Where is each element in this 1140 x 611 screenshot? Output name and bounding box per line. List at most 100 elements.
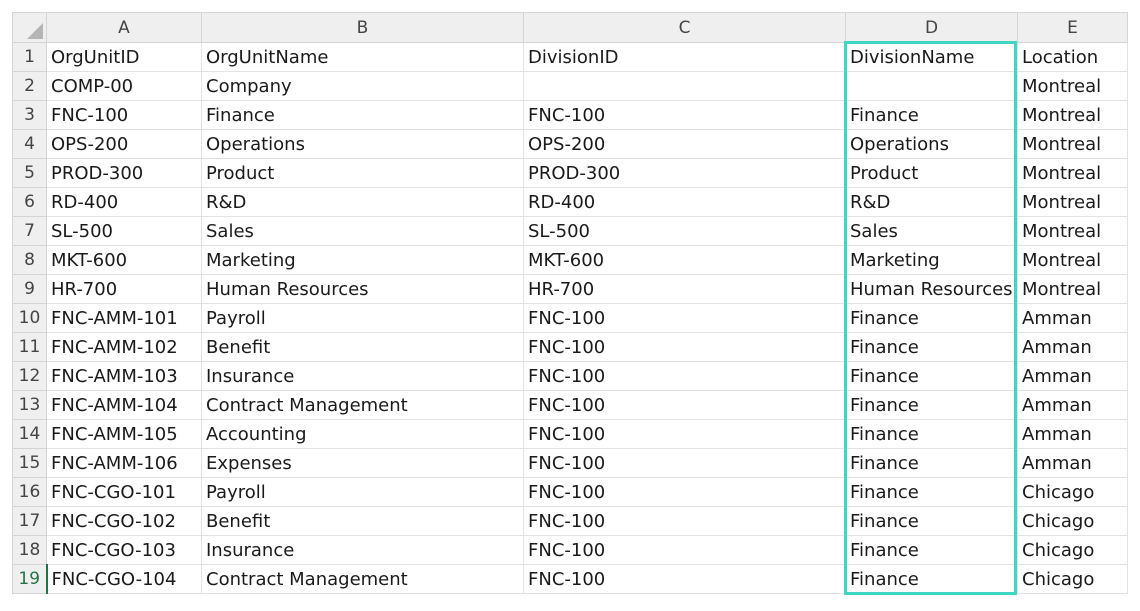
column-header-c[interactable]: C bbox=[523, 12, 846, 43]
cell-b[interactable]: Payroll bbox=[201, 303, 524, 333]
cell-c[interactable]: FNC-100 bbox=[523, 506, 846, 536]
cell-e[interactable]: Location bbox=[1017, 42, 1128, 72]
cell-d[interactable]: Finance bbox=[845, 332, 1018, 362]
cell-b[interactable]: Insurance bbox=[201, 535, 524, 565]
cell-e[interactable]: Montreal bbox=[1017, 216, 1128, 246]
row-header[interactable]: 5 bbox=[12, 158, 47, 188]
row-header[interactable]: 14 bbox=[12, 419, 47, 449]
cell-a[interactable]: COMP-00 bbox=[46, 71, 202, 101]
row-header[interactable]: 12 bbox=[12, 361, 47, 391]
cell-e[interactable]: Amman bbox=[1017, 303, 1128, 333]
cell-e[interactable]: Amman bbox=[1017, 419, 1128, 449]
cell-c[interactable]: PROD-300 bbox=[523, 158, 846, 188]
cell-a[interactable]: FNC-CGO-102 bbox=[46, 506, 202, 536]
cell-a[interactable]: SL-500 bbox=[46, 216, 202, 246]
cell-d[interactable]: Marketing bbox=[845, 245, 1018, 275]
cell-c[interactable] bbox=[523, 71, 846, 101]
cell-c[interactable]: FNC-100 bbox=[523, 448, 846, 478]
cell-d[interactable]: Finance bbox=[845, 419, 1018, 449]
row-header[interactable]: 13 bbox=[12, 390, 47, 420]
cell-d[interactable]: Finance bbox=[845, 303, 1018, 333]
cell-c[interactable]: FNC-100 bbox=[523, 535, 846, 565]
cell-c[interactable]: RD-400 bbox=[523, 187, 846, 217]
cell-b[interactable]: Contract Management bbox=[201, 564, 524, 594]
cell-a[interactable]: FNC-AMM-104 bbox=[46, 390, 202, 420]
cell-a[interactable]: FNC-AMM-103 bbox=[46, 361, 202, 391]
cell-e[interactable]: Montreal bbox=[1017, 245, 1128, 275]
cell-b[interactable]: Expenses bbox=[201, 448, 524, 478]
cell-d[interactable]: Finance bbox=[845, 100, 1018, 130]
row-header[interactable]: 6 bbox=[12, 187, 47, 217]
cell-a[interactable]: OrgUnitID bbox=[46, 42, 202, 72]
cell-e[interactable]: Chicago bbox=[1017, 535, 1128, 565]
row-header[interactable]: 11 bbox=[12, 332, 47, 362]
cell-c[interactable]: FNC-100 bbox=[523, 100, 846, 130]
cell-c[interactable]: MKT-600 bbox=[523, 245, 846, 275]
cell-d[interactable]: Finance bbox=[845, 477, 1018, 507]
cell-a[interactable]: FNC-CGO-104 bbox=[46, 564, 202, 594]
cell-a[interactable]: RD-400 bbox=[46, 187, 202, 217]
column-header-d[interactable]: D bbox=[845, 12, 1018, 43]
cell-c[interactable]: FNC-100 bbox=[523, 303, 846, 333]
cell-c[interactable]: FNC-100 bbox=[523, 564, 846, 594]
row-header[interactable]: 7 bbox=[12, 216, 47, 246]
cell-d[interactable]: R&D bbox=[845, 187, 1018, 217]
cell-c[interactable]: FNC-100 bbox=[523, 477, 846, 507]
cell-e[interactable]: Montreal bbox=[1017, 158, 1128, 188]
cell-d[interactable]: Operations bbox=[845, 129, 1018, 159]
cell-e[interactable]: Chicago bbox=[1017, 506, 1128, 536]
cell-b[interactable]: Product bbox=[201, 158, 524, 188]
cell-b[interactable]: Payroll bbox=[201, 477, 524, 507]
cell-a[interactable]: PROD-300 bbox=[46, 158, 202, 188]
cell-b[interactable]: Accounting bbox=[201, 419, 524, 449]
row-header[interactable]: 3 bbox=[12, 100, 47, 130]
row-header[interactable]: 8 bbox=[12, 245, 47, 275]
cell-c[interactable]: FNC-100 bbox=[523, 332, 846, 362]
row-header[interactable]: 4 bbox=[12, 129, 47, 159]
select-all-corner[interactable] bbox=[12, 12, 47, 43]
row-header[interactable]: 19 bbox=[12, 564, 48, 594]
cell-c[interactable]: OPS-200 bbox=[523, 129, 846, 159]
cell-d[interactable]: Product bbox=[845, 158, 1018, 188]
cell-e[interactable]: Chicago bbox=[1017, 477, 1128, 507]
cell-b[interactable]: Insurance bbox=[201, 361, 524, 391]
cell-d[interactable]: Finance bbox=[845, 361, 1018, 391]
cell-c[interactable]: FNC-100 bbox=[523, 419, 846, 449]
row-header[interactable]: 15 bbox=[12, 448, 47, 478]
cell-a[interactable]: FNC-CGO-103 bbox=[46, 535, 202, 565]
cell-b[interactable]: Company bbox=[201, 71, 524, 101]
cell-b[interactable]: Contract Management bbox=[201, 390, 524, 420]
cell-b[interactable]: R&D bbox=[201, 187, 524, 217]
cell-e[interactable]: Montreal bbox=[1017, 274, 1128, 304]
cell-a[interactable]: FNC-100 bbox=[46, 100, 202, 130]
cell-d[interactable]: Finance bbox=[845, 448, 1018, 478]
cell-e[interactable]: Montreal bbox=[1017, 71, 1128, 101]
cell-e[interactable]: Montreal bbox=[1017, 187, 1128, 217]
cell-a[interactable]: FNC-AMM-101 bbox=[46, 303, 202, 333]
cell-d[interactable]: Human Resources bbox=[845, 274, 1018, 304]
cell-c[interactable]: FNC-100 bbox=[523, 361, 846, 391]
row-header[interactable]: 18 bbox=[12, 535, 47, 565]
cell-b[interactable]: Marketing bbox=[201, 245, 524, 275]
row-header[interactable]: 9 bbox=[12, 274, 47, 304]
row-header[interactable]: 16 bbox=[12, 477, 47, 507]
cell-e[interactable]: Amman bbox=[1017, 332, 1128, 362]
cell-e[interactable]: Montreal bbox=[1017, 100, 1128, 130]
cell-d[interactable] bbox=[845, 71, 1018, 101]
cell-a[interactable]: MKT-600 bbox=[46, 245, 202, 275]
cell-b[interactable]: Operations bbox=[201, 129, 524, 159]
cell-b[interactable]: Benefit bbox=[201, 506, 524, 536]
cell-d[interactable]: Finance bbox=[845, 564, 1018, 594]
cell-a[interactable]: FNC-AMM-106 bbox=[46, 448, 202, 478]
cell-d[interactable]: Finance bbox=[845, 390, 1018, 420]
cell-a[interactable]: FNC-AMM-105 bbox=[46, 419, 202, 449]
cell-e[interactable]: Montreal bbox=[1017, 129, 1128, 159]
cell-b[interactable]: Benefit bbox=[201, 332, 524, 362]
row-header[interactable]: 10 bbox=[12, 303, 47, 333]
cell-d[interactable]: Finance bbox=[845, 506, 1018, 536]
row-header[interactable]: 2 bbox=[12, 71, 47, 101]
cell-a[interactable]: HR-700 bbox=[46, 274, 202, 304]
cell-d[interactable]: Finance bbox=[845, 535, 1018, 565]
row-header[interactable]: 1 bbox=[12, 42, 47, 72]
cell-c[interactable]: SL-500 bbox=[523, 216, 846, 246]
